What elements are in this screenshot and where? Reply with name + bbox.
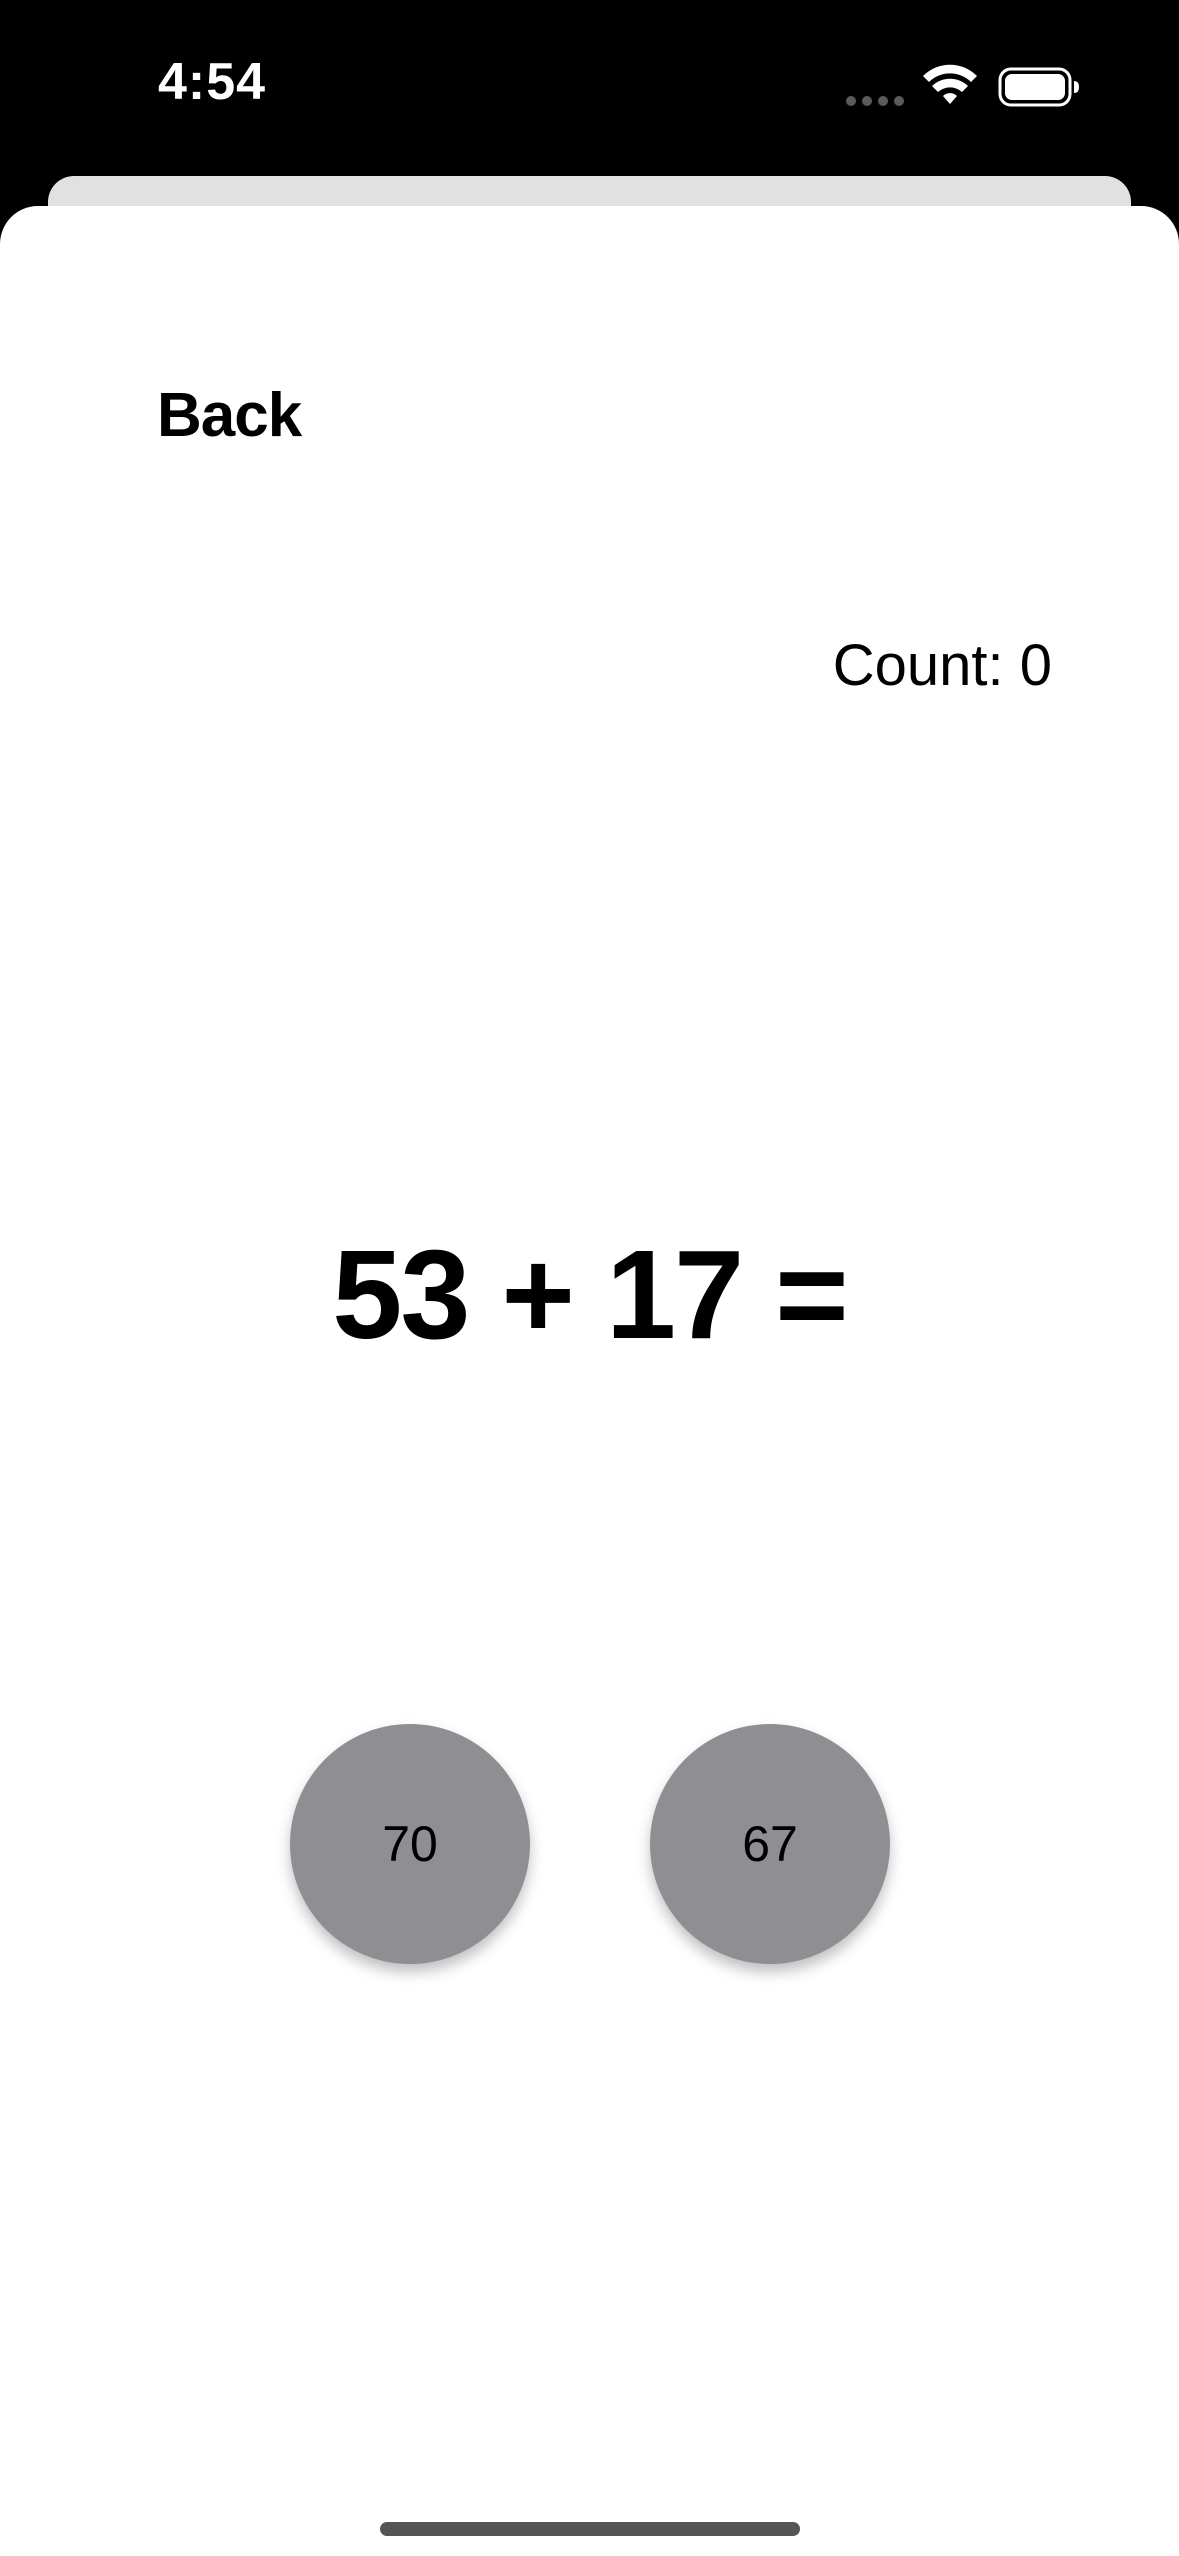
phone-screen: 4:54 Back Count: 0 53 + 17 = 70 67 [0,0,1179,2556]
answer-label: 67 [742,1816,798,1872]
answer-button-1[interactable]: 70 [290,1724,530,1964]
battery-icon [998,67,1079,107]
equation-text: 53 + 17 = [332,1224,849,1365]
answer-button-2[interactable]: 67 [650,1724,890,1964]
main-sheet: Back Count: 0 53 + 17 = 70 67 [0,206,1179,2556]
back-button[interactable]: Back [157,380,302,451]
status-time: 4:54 [158,53,267,111]
home-indicator[interactable] [380,2522,800,2536]
signal-dots-icon [846,96,906,106]
status-bar: 4:54 [0,0,1179,170]
answer-label: 70 [382,1816,438,1872]
wifi-icon [923,64,977,104]
count-label: Count: 0 [832,633,1052,698]
